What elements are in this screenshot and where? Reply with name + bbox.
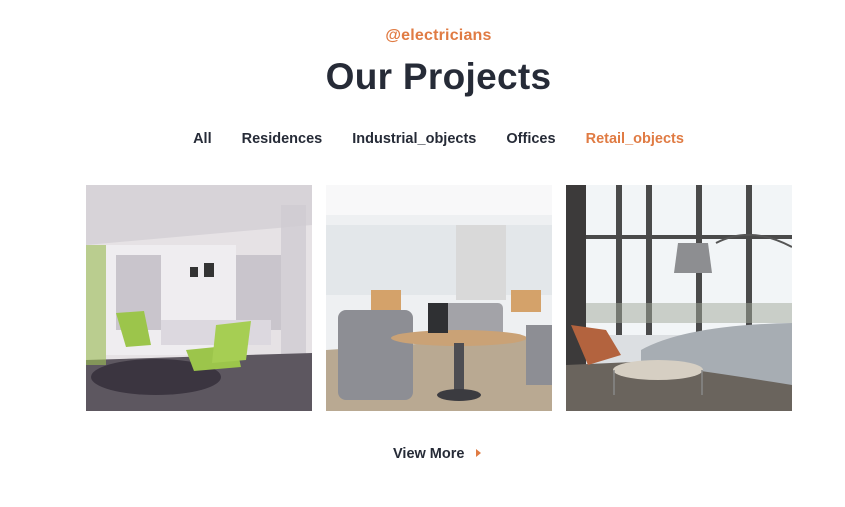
filter-tab-residences[interactable]: Residences — [242, 131, 323, 147]
view-more-link[interactable]: View More — [393, 446, 482, 462]
project-image-office-green-chairs[interactable] — [86, 185, 312, 411]
caret-right-icon — [476, 449, 482, 457]
page-title: Our Projects — [325, 56, 552, 97]
filter-tab-all[interactable]: All — [193, 131, 212, 147]
section-subtitle: @electricians — [385, 27, 492, 44]
project-image-open-office[interactable] — [326, 185, 552, 411]
filter-tab-industrial-objects[interactable]: Industrial_objects — [352, 131, 476, 147]
view-more-label: View More — [393, 446, 465, 462]
project-filter-tabs: All Residences Industrial_objects Office… — [0, 131, 845, 147]
filter-tab-retail-objects[interactable]: Retail_objects — [586, 131, 684, 147]
filter-tab-offices[interactable]: Offices — [506, 131, 555, 147]
project-image-lounge[interactable] — [566, 185, 792, 411]
